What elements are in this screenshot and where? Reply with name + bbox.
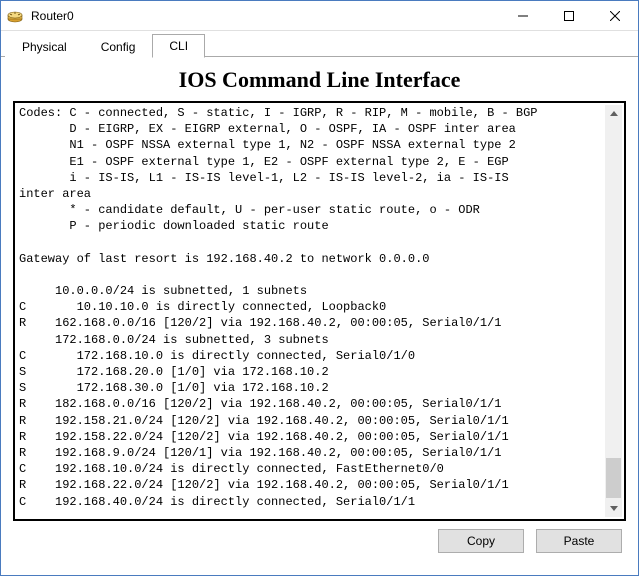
titlebar: Router0 <box>1 1 638 31</box>
window-title: Router0 <box>29 9 500 23</box>
terminal-container: Codes: C - connected, S - static, I - IG… <box>13 101 626 521</box>
tabstrip: Physical Config CLI <box>1 31 638 57</box>
scroll-thumb[interactable] <box>606 458 621 498</box>
window-controls <box>500 1 638 30</box>
cli-heading: IOS Command Line Interface <box>13 67 626 93</box>
button-row: Copy Paste <box>13 521 626 553</box>
scrollbar[interactable] <box>605 105 622 517</box>
scroll-down-button[interactable] <box>605 500 622 517</box>
copy-button[interactable]: Copy <box>438 529 524 553</box>
minimize-button[interactable] <box>500 1 546 30</box>
router-icon <box>1 9 29 23</box>
tab-config[interactable]: Config <box>84 35 153 58</box>
tab-physical[interactable]: Physical <box>5 35 84 58</box>
paste-button[interactable]: Paste <box>536 529 622 553</box>
close-button[interactable] <box>592 1 638 30</box>
terminal-output[interactable]: Codes: C - connected, S - static, I - IG… <box>19 105 624 510</box>
maximize-button[interactable] <box>546 1 592 30</box>
tab-content: IOS Command Line Interface Codes: C - co… <box>1 67 638 559</box>
scroll-track[interactable] <box>605 122 622 500</box>
scroll-up-button[interactable] <box>605 105 622 122</box>
tab-cli[interactable]: CLI <box>152 34 205 58</box>
